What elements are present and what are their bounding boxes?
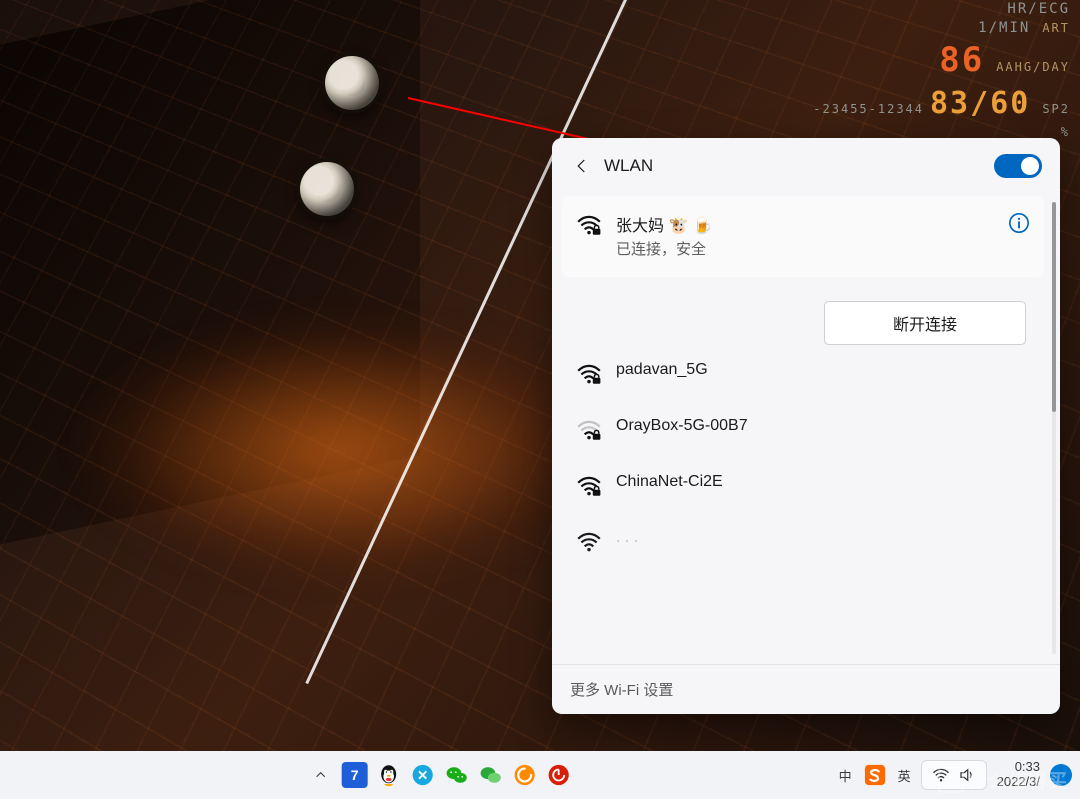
taskbar: 7 中 英 0:33 2022/3/ <box>0 751 1080 799</box>
netease-icon[interactable] <box>546 762 572 788</box>
sogou-ime-icon[interactable] <box>862 762 888 788</box>
wallpaper-hud: HR/ECG 1/MINART 86AAHG/DAY -23455-123448… <box>807 0 1070 140</box>
flyout-header: WLAN <box>552 138 1060 192</box>
network-name: 张大妈 🐮 🍺 <box>616 212 994 236</box>
scrollbar[interactable] <box>1052 202 1056 654</box>
wifi-secured-icon <box>576 363 602 385</box>
wifi-secured-icon <box>576 214 602 236</box>
disconnect-button[interactable]: 断开连接 <box>824 301 1026 345</box>
qq-icon[interactable] <box>376 762 402 788</box>
time-text: 0:33 <box>997 760 1040 775</box>
wifi-secured-icon <box>576 531 602 553</box>
ime-indicator[interactable]: 中 <box>833 766 858 785</box>
network-name: padavan_5G <box>616 361 1030 379</box>
volume-icon <box>958 766 976 784</box>
chevron-up-icon[interactable] <box>308 762 334 788</box>
notification-badge[interactable] <box>1050 764 1072 786</box>
system-tray[interactable] <box>921 760 987 790</box>
network-item[interactable]: ChinaNet-Ci2E <box>562 457 1044 513</box>
info-icon[interactable] <box>1008 212 1030 234</box>
arrow-left-icon <box>573 157 591 175</box>
wechat2-icon[interactable] <box>478 762 504 788</box>
wlan-flyout: WLAN <box>552 138 1060 714</box>
desktop: HR/ECG 1/MINART 86AAHG/DAY -23455-123448… <box>0 0 1080 799</box>
network-name: . . . <box>616 529 1030 547</box>
wifi-secured-icon <box>576 475 602 497</box>
taskbar-tray-overflow: 7 <box>308 762 572 788</box>
ime-mode[interactable]: 英 <box>892 766 917 785</box>
app-icon[interactable]: 7 <box>342 762 368 788</box>
network-item[interactable]: . . . <box>562 513 1044 569</box>
app-icon[interactable] <box>512 762 538 788</box>
more-wifi-settings[interactable]: 更多 Wi-Fi 设置 <box>552 664 1060 714</box>
back-button[interactable] <box>568 152 596 180</box>
wifi-icon <box>932 766 950 784</box>
connected-network[interactable]: 张大妈 🐮 🍺 已连接，安全 断开连接 <box>562 196 1044 345</box>
date-text: 2022/3/ <box>997 775 1040 790</box>
network-list: 张大妈 🐮 🍺 已连接，安全 断开连接 <box>562 192 1044 664</box>
wifi-secured-weak-icon <box>576 419 602 441</box>
network-item[interactable]: padavan_5G <box>562 345 1044 401</box>
clock[interactable]: 0:33 2022/3/ <box>991 760 1046 790</box>
network-name: OrayBox-5G-00B7 <box>616 417 1030 435</box>
app-icon[interactable] <box>410 762 436 788</box>
flyout-title: WLAN <box>604 156 653 176</box>
network-name: ChinaNet-Ci2E <box>616 473 1030 491</box>
wlan-toggle[interactable] <box>994 154 1042 178</box>
wechat-icon[interactable] <box>444 762 470 788</box>
network-item[interactable]: OrayBox-5G-00B7 <box>562 401 1044 457</box>
network-status: 已连接，安全 <box>616 238 994 259</box>
